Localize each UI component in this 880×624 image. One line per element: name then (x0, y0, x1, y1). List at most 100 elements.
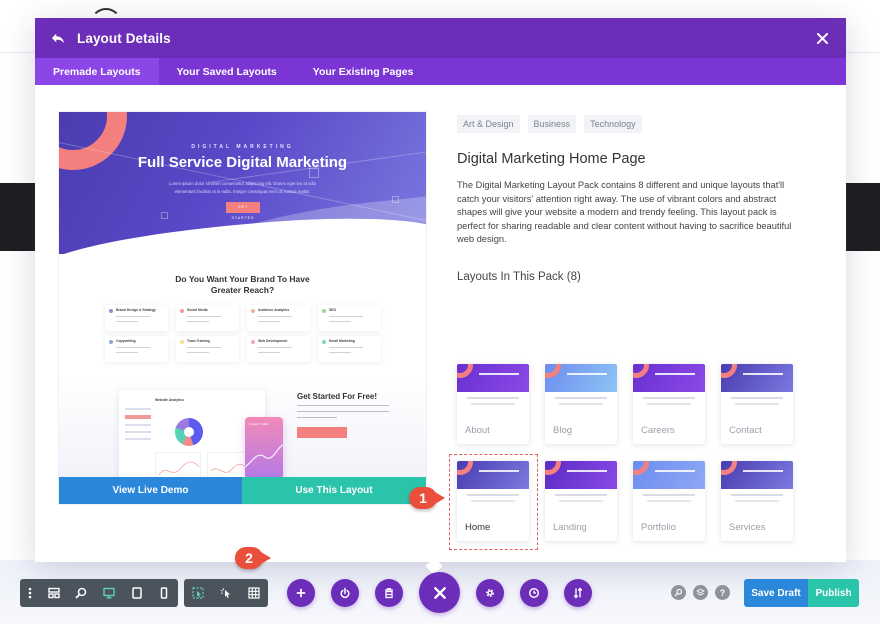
dashboard-title: Website Analytics (155, 398, 184, 402)
layers-button[interactable] (693, 585, 708, 600)
service-icon (109, 340, 113, 344)
layout-label: About (465, 425, 490, 436)
view-live-demo-button[interactable]: View Live Demo (59, 477, 242, 504)
category-tags: Art & Design Business Technology (457, 115, 807, 133)
text-line (187, 352, 209, 353)
layout-label: Blog (553, 425, 573, 436)
clear-layout-button[interactable] (375, 579, 403, 607)
layout-card-portfolio[interactable]: Portfolio (633, 461, 705, 541)
phone-mockup: Organic Traffic (245, 417, 283, 479)
back-arrow-icon[interactable] (49, 29, 67, 47)
select-icon[interactable] (184, 579, 212, 607)
service-name: Audience Analytics (258, 308, 290, 312)
text-line (258, 321, 280, 322)
tag-art-design[interactable]: Art & Design (457, 115, 520, 133)
desktop-icon[interactable] (95, 579, 123, 607)
layout-card-blog[interactable]: Blog (545, 364, 617, 444)
service-name: Brand Design & Strategy (116, 308, 156, 312)
tab-your-saved-layouts[interactable]: Your Saved Layouts (159, 58, 295, 85)
tablet-icon[interactable] (123, 579, 151, 607)
text-line (116, 352, 138, 353)
service-name: Social Media (187, 308, 208, 312)
layout-tabs: Premade Layouts Your Saved Layouts Your … (35, 58, 846, 85)
tab-your-existing-pages[interactable]: Your Existing Pages (295, 58, 432, 85)
layout-thumbnail (457, 461, 529, 515)
close-icon (433, 586, 446, 599)
text-line (187, 321, 209, 322)
history-button[interactable] (520, 579, 548, 607)
wireframe-icon[interactable] (40, 579, 68, 607)
close-builder-button[interactable] (419, 572, 460, 613)
layout-card-services[interactable]: Services (721, 461, 793, 541)
portability-button[interactable] (331, 579, 359, 607)
dashboard-sidebar (125, 408, 151, 445)
reach-title: Do You Want Your Brand To Have Greater R… (59, 274, 426, 296)
view-mode-toolbar (20, 579, 178, 607)
hero-button: GET STARTED (226, 202, 260, 220)
service-name: Web Development (258, 339, 288, 343)
hero-kicker: DIGITAL MARKETING (191, 144, 294, 150)
layout-card-home[interactable]: Home (457, 461, 529, 541)
service-card: Audience Analytics (247, 305, 310, 331)
close-icon[interactable] (812, 28, 832, 48)
power-icon (340, 587, 350, 599)
help-button[interactable]: ? (715, 585, 730, 600)
save-draft-button[interactable]: Save Draft (744, 579, 808, 607)
page-settings-button[interactable] (476, 579, 504, 607)
service-name: Email Marketing (329, 339, 356, 343)
use-this-layout-button[interactable]: Use This Layout (242, 477, 426, 504)
service-card: Web Development (247, 336, 310, 362)
layout-card-careers[interactable]: Careers (633, 364, 705, 444)
layout-thumbnail (633, 364, 705, 418)
layout-card-landing[interactable]: Landing (545, 461, 617, 541)
service-icon (322, 309, 326, 313)
search-button[interactable] (671, 585, 686, 600)
tag-business[interactable]: Business (527, 115, 577, 133)
preview-hero: DIGITAL MARKETING Full Service Digital M… (59, 112, 426, 254)
layout-thumbnail (545, 461, 617, 515)
layout-preview: DIGITAL MARKETING Full Service Digital M… (59, 112, 426, 504)
text-line (329, 321, 351, 322)
service-card: SEO (318, 305, 381, 331)
service-name: SEO (329, 308, 337, 312)
text-line (187, 347, 221, 348)
service-icon (180, 340, 184, 344)
text-line (187, 316, 221, 317)
more-options-icon[interactable] (20, 579, 40, 607)
callout-marker-2: 2 (235, 547, 271, 569)
grid-icon[interactable] (240, 579, 268, 607)
search-icon (674, 588, 683, 597)
text-line (297, 411, 389, 412)
text-line (297, 405, 389, 406)
service-card: Copywriting (105, 336, 168, 362)
sort-icon (573, 587, 583, 599)
text-line (258, 316, 292, 317)
tag-technology[interactable]: Technology (584, 115, 642, 133)
layout-card-about[interactable]: About (457, 364, 529, 444)
layout-thumbnail (457, 364, 529, 418)
tab-premade-layouts[interactable]: Premade Layouts (35, 58, 159, 85)
add-button[interactable] (287, 579, 315, 607)
text-line (116, 321, 138, 322)
text-line (329, 316, 363, 317)
publish-button[interactable]: Publish (808, 579, 859, 607)
callout-marker-1: 1 (409, 487, 445, 509)
services-grid: Brand Design & Strategy Social Media Audie… (105, 305, 381, 362)
modal-header: Layout Details (35, 18, 846, 58)
layout-card-contact[interactable]: Contact (721, 364, 793, 444)
get-started-title: Get Started For Free! (297, 392, 378, 401)
layout-details-modal: Layout Details Premade Layouts Your Save… (35, 18, 846, 569)
sort-button[interactable] (564, 579, 592, 607)
zoom-icon[interactable] (67, 579, 95, 607)
editing-mode-toolbar (184, 579, 268, 607)
service-card: Team Training (176, 336, 239, 362)
phone-icon[interactable] (150, 579, 178, 607)
help-icon: ? (719, 587, 726, 598)
service-icon (251, 340, 255, 344)
service-card: Social Media (176, 305, 239, 331)
hero-subtitle: Lorem ipsum dolor sit amet consectetur a… (168, 181, 317, 194)
page-dark-section-left (0, 183, 36, 251)
layers-icon (696, 588, 705, 596)
layout-thumbnail (633, 461, 705, 515)
click-mode-icon[interactable] (212, 579, 240, 607)
